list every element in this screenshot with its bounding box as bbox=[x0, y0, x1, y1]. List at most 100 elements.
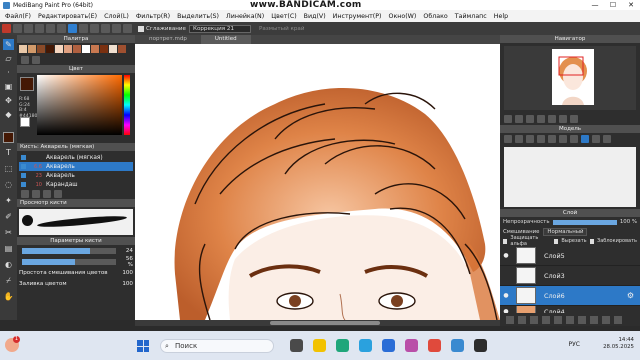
palette-swatch[interactable] bbox=[28, 45, 36, 53]
palette-swatch[interactable] bbox=[100, 45, 108, 53]
tab-untitled[interactable]: Untitled bbox=[200, 35, 251, 44]
scroll-thumb[interactable] bbox=[270, 321, 380, 325]
new-icon[interactable] bbox=[13, 24, 22, 33]
palette-swatch[interactable] bbox=[118, 45, 126, 53]
redo-icon[interactable] bbox=[57, 24, 66, 33]
copy-brush-icon[interactable] bbox=[32, 190, 40, 198]
telegram-icon[interactable] bbox=[359, 339, 372, 352]
medibang-taskbar-icon[interactable] bbox=[451, 339, 464, 352]
gear-icon[interactable]: ⚙ bbox=[627, 291, 634, 300]
eye-icon[interactable]: ● bbox=[500, 292, 512, 299]
delete-swatch-icon[interactable] bbox=[32, 56, 40, 64]
brush-size-slider[interactable] bbox=[22, 247, 116, 254]
new-folder-icon[interactable] bbox=[518, 315, 526, 324]
brush-item[interactable]: 10 Карандаш bbox=[19, 180, 133, 189]
model-hand-icon[interactable] bbox=[581, 135, 589, 143]
magic-wand-icon[interactable]: ✦ bbox=[3, 195, 14, 206]
settings-brush-icon[interactable] bbox=[43, 190, 51, 198]
hand-icon[interactable] bbox=[123, 24, 132, 33]
brush-item[interactable]: Акварель (мягкая) bbox=[19, 153, 133, 162]
menu-ruler[interactable]: Линейка(N) bbox=[226, 13, 264, 20]
menu-filter[interactable]: Фильтр(R) bbox=[136, 13, 170, 20]
model-camera-icon[interactable] bbox=[526, 135, 534, 143]
system-clock[interactable]: 14:44 28.05.2025 bbox=[603, 337, 634, 351]
current-color-swatch[interactable] bbox=[20, 77, 34, 91]
layer-opacity-slider[interactable] bbox=[552, 219, 617, 225]
flip-icon[interactable] bbox=[570, 115, 578, 123]
delete-layer-icon[interactable] bbox=[614, 315, 622, 324]
perspective-icon[interactable] bbox=[101, 24, 110, 33]
layer-tool-icon[interactable]: ▣ bbox=[3, 81, 14, 92]
secondary-color-swatch[interactable] bbox=[20, 117, 30, 127]
new-layer-icon[interactable] bbox=[506, 315, 514, 324]
model-scale-icon[interactable] bbox=[559, 135, 567, 143]
palette-swatch[interactable] bbox=[91, 45, 99, 53]
menu-view[interactable]: Вид(V) bbox=[304, 13, 326, 20]
open-icon[interactable] bbox=[24, 24, 33, 33]
lock-checkbox[interactable] bbox=[589, 238, 594, 244]
grid-icon[interactable] bbox=[90, 24, 99, 33]
model-view-icon[interactable] bbox=[570, 135, 578, 143]
model-light-icon[interactable] bbox=[592, 135, 600, 143]
mail-icon[interactable] bbox=[382, 339, 395, 352]
brush-item[interactable]: 23 Акварель bbox=[19, 171, 133, 180]
layer-props-icon[interactable] bbox=[590, 315, 598, 324]
eyedropper-icon[interactable]: ⌿ bbox=[3, 275, 14, 286]
layer-row[interactable]: ● Слой5 bbox=[500, 246, 640, 266]
close-doc-icon[interactable] bbox=[2, 24, 11, 33]
menu-color[interactable]: Цвет(C) bbox=[271, 13, 296, 20]
hue-slider[interactable] bbox=[124, 75, 130, 135]
canvas-horizontal-scrollbar[interactable] bbox=[135, 320, 500, 326]
palette-swatch[interactable] bbox=[109, 45, 117, 53]
navigator-preview[interactable] bbox=[504, 46, 636, 110]
app-icon-purple[interactable] bbox=[405, 339, 418, 352]
file-explorer-icon[interactable] bbox=[313, 339, 326, 352]
fit-icon[interactable] bbox=[526, 115, 534, 123]
bandicam-taskbar-icon[interactable] bbox=[474, 339, 487, 352]
edge-browser-icon[interactable] bbox=[336, 339, 349, 352]
saturation-value-field[interactable] bbox=[37, 75, 122, 135]
transform-icon[interactable] bbox=[79, 24, 88, 33]
gradient-tool-icon[interactable]: ▤ bbox=[3, 243, 14, 254]
delete-brush-icon[interactable] bbox=[54, 190, 62, 198]
layer-menu-icon[interactable] bbox=[602, 315, 610, 324]
lasso-tool-icon[interactable]: ◌ bbox=[3, 179, 14, 190]
palette-swatch[interactable] bbox=[19, 45, 27, 53]
menu-cloud[interactable]: Облако bbox=[423, 13, 447, 20]
tab-portrait[interactable]: портрет.mdp bbox=[135, 35, 201, 44]
close-button[interactable]: ✕ bbox=[622, 0, 640, 10]
reset-rotate-icon[interactable] bbox=[559, 115, 567, 123]
clip-checkbox[interactable] bbox=[553, 238, 559, 244]
palette-swatch[interactable] bbox=[37, 45, 45, 53]
smoothing-checkbox[interactable] bbox=[138, 25, 144, 32]
correction-select[interactable]: Коррекция 21 bbox=[188, 24, 251, 33]
duplicate-layer-icon[interactable] bbox=[530, 315, 538, 324]
move-tool-icon[interactable]: ✥ bbox=[3, 95, 14, 106]
layer-row[interactable]: Слой3 bbox=[500, 266, 640, 286]
add-brush-icon[interactable] bbox=[21, 190, 29, 198]
layer-up-icon[interactable] bbox=[554, 315, 562, 324]
taskbar-search[interactable]: ⌕ Поиск bbox=[160, 339, 274, 353]
undo-icon[interactable] bbox=[46, 24, 55, 33]
blur-tool-icon[interactable]: ◐ bbox=[3, 259, 14, 270]
text-tool-icon[interactable]: T bbox=[3, 147, 14, 158]
menu-layer[interactable]: Слой(L) bbox=[104, 13, 129, 20]
palette-swatch[interactable] bbox=[64, 45, 72, 53]
save-icon[interactable] bbox=[35, 24, 44, 33]
menu-tool[interactable]: Инструмент(P) bbox=[333, 13, 382, 20]
layer-down-icon[interactable] bbox=[566, 315, 574, 324]
app-icon-red[interactable] bbox=[428, 339, 441, 352]
pan-tool-icon[interactable]: ✋ bbox=[3, 291, 14, 302]
add-swatch-icon[interactable] bbox=[21, 56, 29, 64]
snap-icon[interactable] bbox=[112, 24, 121, 33]
rotate-left-icon[interactable] bbox=[537, 115, 545, 123]
palette-swatch[interactable] bbox=[73, 45, 81, 53]
model-settings-icon[interactable] bbox=[603, 135, 611, 143]
drawing-canvas[interactable] bbox=[135, 44, 500, 320]
zoom-in-icon[interactable] bbox=[504, 115, 512, 123]
eraser-tool-icon[interactable]: ▱ bbox=[3, 53, 14, 64]
eye-icon[interactable]: ● bbox=[500, 252, 512, 259]
brush-item[interactable]: 6.6 Акварель bbox=[19, 162, 133, 171]
brush-tool-icon[interactable]: ✎ bbox=[3, 39, 14, 50]
layer-mask-icon[interactable] bbox=[578, 315, 586, 324]
